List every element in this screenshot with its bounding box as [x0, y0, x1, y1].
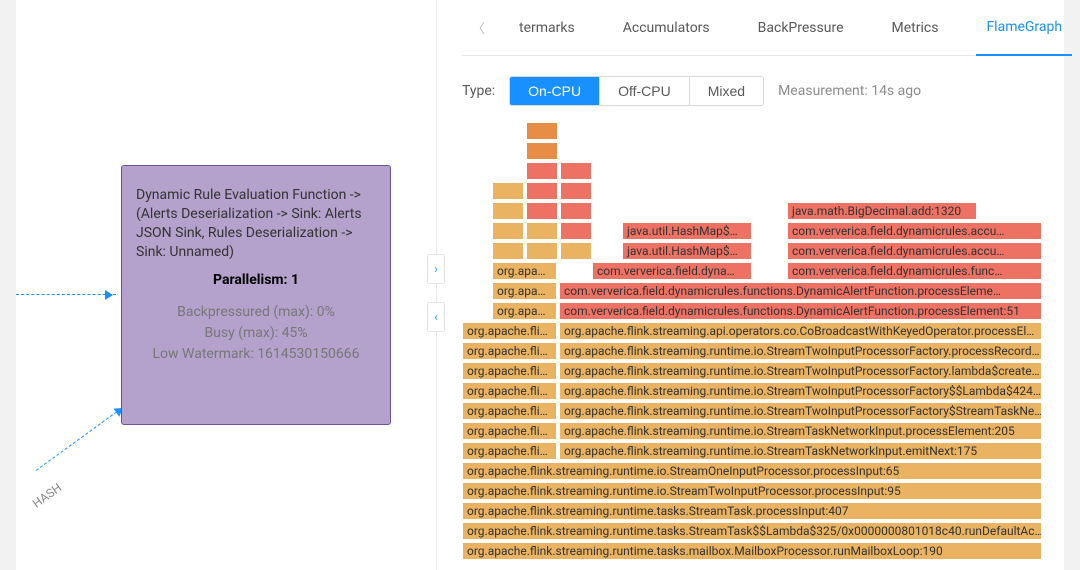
flame-frame[interactable] [492, 182, 524, 200]
flame-frame[interactable]: org.apache.fli… [462, 422, 557, 440]
flame-frame[interactable] [560, 222, 592, 240]
flame-frame[interactable] [526, 222, 558, 240]
flame-frame[interactable]: com.ververica.field.dynamicrules.accu… [787, 242, 1042, 260]
flame-frame[interactable] [526, 162, 558, 180]
flame-frame[interactable]: org.apache.flink.streaming.runtime.io.St… [559, 442, 1042, 460]
graph-canvas[interactable]: HASH Dynamic Rule Evaluation Function ->… [16, 0, 436, 570]
flame-frame[interactable]: org.apache.flink.streaming.runtime.io.St… [559, 342, 1042, 360]
flame-frame[interactable]: org.apache.fli… [462, 382, 557, 400]
flame-frame[interactable]: org.apache.flink.streaming.runtime.tasks… [462, 522, 1042, 540]
flame-frame[interactable]: org.apache.fli… [462, 402, 557, 420]
flame-frame[interactable]: org.apa… [492, 282, 557, 300]
flame-frame[interactable] [526, 242, 558, 260]
chevron-left-icon: 〈 [472, 22, 485, 37]
type-option-off-cpu[interactable]: Off-CPU [599, 77, 689, 105]
operator-node-title: Dynamic Rule Evaluation Function -> (Ale… [136, 186, 376, 262]
flame-frame[interactable]: java.math.BigDecimal.add:1320 [787, 202, 977, 220]
stat-backpressured: Backpressured (max): 0% [136, 302, 376, 323]
tab-flamegraph[interactable]: FlameGraph [976, 0, 1072, 56]
operator-node-stats: Backpressured (max): 0% Busy (max): 45% … [136, 302, 376, 365]
operator-node[interactable]: Dynamic Rule Evaluation Function -> (Ale… [121, 165, 391, 425]
flame-graph[interactable]: org.apache.flink.streaming.runtime.tasks… [462, 122, 1046, 552]
flame-frame[interactable]: org.apache.fli… [462, 362, 557, 380]
flame-frame[interactable] [560, 242, 592, 260]
tab-termarks[interactable]: termarks [509, 0, 585, 56]
flamegraph-toolbar: Type: On-CPUOff-CPUMixed Measurement: 14… [462, 56, 1046, 122]
flame-frame[interactable]: org.apache.flink.streaming.runtime.io.St… [462, 462, 1042, 480]
flame-frame[interactable]: com.ververica.field.dyna… [592, 262, 752, 280]
flame-frame[interactable]: org.apache.flink.streaming.runtime.io.St… [559, 402, 1042, 420]
flame-frame[interactable] [492, 242, 524, 260]
graph-edge [36, 405, 126, 470]
chevron-right-icon: › [434, 262, 438, 276]
flame-frame[interactable]: org.apa… [492, 302, 557, 320]
flame-frame[interactable]: org.apache.flink.streaming.runtime.io.St… [559, 362, 1042, 380]
flame-frame[interactable] [560, 162, 592, 180]
flame-frame[interactable]: org.apache.flink.streaming.runtime.tasks… [462, 542, 1042, 560]
type-label: Type: [462, 83, 495, 99]
operator-node-parallelism: Parallelism: 1 [136, 272, 376, 288]
measurement-label: Measurement: 14s ago [778, 83, 921, 99]
edge-label: HASH [30, 480, 64, 510]
flame-frame[interactable]: com.ververica.field.dynamicrules.accu… [787, 222, 1042, 240]
flame-frame[interactable] [526, 202, 558, 220]
flame-frame[interactable] [526, 142, 558, 160]
flame-frame[interactable]: java.util.HashMap$… [622, 242, 752, 260]
flame-frame[interactable]: com.ververica.field.dynamicrules.functio… [559, 282, 1042, 300]
type-segmented: On-CPUOff-CPUMixed [509, 76, 764, 106]
flame-frame[interactable] [492, 202, 524, 220]
chevron-left-icon: ‹ [434, 310, 438, 324]
flame-frame[interactable] [526, 182, 558, 200]
tabs-scroll-left[interactable]: 〈 [462, 18, 495, 37]
tab-accumulators[interactable]: Accumulators [613, 0, 720, 56]
stat-busy: Busy (max): 45% [136, 323, 376, 344]
type-option-on-cpu[interactable]: On-CPU [510, 77, 599, 105]
flame-frame[interactable]: org.apa… [492, 262, 557, 280]
flame-frame[interactable]: org.apache.flink.streaming.runtime.io.St… [559, 422, 1042, 440]
flame-frame[interactable]: org.apache.fli… [462, 342, 557, 360]
flame-frame[interactable] [560, 202, 592, 220]
tab-metrics[interactable]: Metrics [882, 0, 949, 56]
flame-frame[interactable] [560, 182, 592, 200]
tab-bar: 〈 termarks Accumulators BackPressure Metric… [462, 0, 1046, 56]
flame-frame[interactable]: org.apache.flink.streaming.runtime.io.St… [462, 482, 1042, 500]
graph-edge [16, 294, 116, 295]
flame-frame[interactable] [526, 122, 558, 140]
flame-frame[interactable]: org.apache.fli… [462, 322, 557, 340]
flame-frame[interactable]: java.util.HashMap$… [622, 222, 752, 240]
tab-backpressure[interactable]: BackPressure [748, 0, 854, 56]
expand-left-button[interactable]: ‹ [427, 302, 445, 332]
resize-divider[interactable]: › ‹ [436, 0, 444, 570]
flame-frame[interactable]: org.apache.flink.streaming.runtime.io.St… [559, 382, 1042, 400]
flame-frame[interactable]: org.apache.flink.streaming.api.operators… [559, 322, 1042, 340]
stat-low-watermark: Low Watermark: 1614530150666 [136, 344, 376, 365]
flame-frame[interactable]: com.ververica.field.dynamicrules.func… [787, 262, 1042, 280]
flame-frame[interactable]: com.ververica.field.dynamicrules.functio… [559, 302, 1042, 320]
flame-frame[interactable] [492, 222, 524, 240]
flame-frame[interactable]: org.apache.fli… [462, 442, 557, 460]
type-option-mixed[interactable]: Mixed [689, 77, 763, 105]
flame-frame[interactable]: org.apache.flink.streaming.runtime.tasks… [462, 502, 1042, 520]
expand-right-button[interactable]: › [427, 254, 445, 284]
